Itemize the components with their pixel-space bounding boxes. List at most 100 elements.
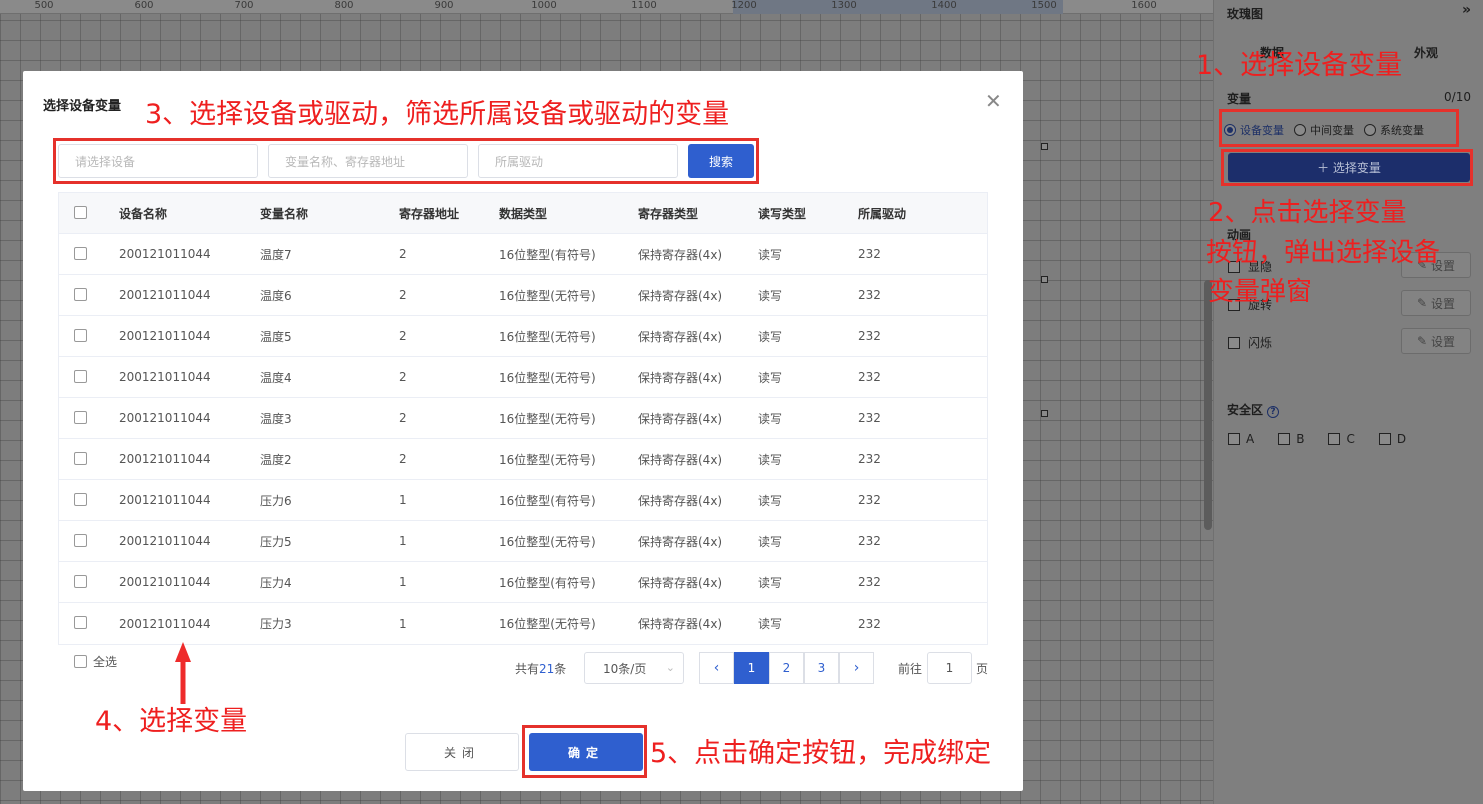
table-row[interactable]: 200121011044 温度6 2 16位整型(无符号) 保持寄存器(4x) 读写 232 [59, 275, 987, 316]
table-cell: 读写 [758, 617, 783, 631]
page-3-button[interactable]: 3 [804, 652, 839, 684]
table-cell: 保持寄存器(4x) [638, 617, 723, 631]
page-2-button[interactable]: 2 [769, 652, 804, 684]
row-checkbox[interactable] [74, 575, 87, 588]
tab-appearance[interactable]: 外观 [1414, 44, 1438, 61]
device-select[interactable]: 请选择设备 [58, 144, 258, 178]
row-checkbox[interactable] [74, 288, 87, 301]
ruler-tick-label: 700 [234, 0, 254, 11]
ruler-tick-label: 900 [434, 0, 454, 11]
safe-zone-d[interactable]: D [1378, 432, 1406, 446]
row-checkbox[interactable] [74, 493, 87, 506]
table-cell: 16位整型(无符号) [499, 411, 596, 426]
table-cell: 16位整型(无符号) [499, 534, 596, 549]
table-cell: 232 [858, 370, 881, 384]
table-cell: 200121011044 [119, 575, 211, 589]
table-cell: 温度7 [260, 247, 292, 262]
help-icon: ? [1267, 406, 1280, 418]
table-cell: 压力3 [260, 617, 292, 631]
table-row[interactable]: 200121011044 温度3 2 16位整型(无符号) 保持寄存器(4x) 读写 232 [59, 398, 987, 439]
table-cell: 温度4 [260, 370, 292, 385]
confirm-button[interactable]: 确定 [529, 733, 643, 771]
table-row[interactable]: 200121011044 温度5 2 16位整型(无符号) 保持寄存器(4x) 读写 232 [59, 316, 987, 357]
set-rotation-button[interactable]: ✎ 设置 [1401, 290, 1471, 316]
table-cell: 16位整型(有符号) [499, 575, 596, 590]
page-size-select[interactable]: 10条/页 ⌄ [584, 652, 684, 684]
page-1-button[interactable]: 1 [734, 652, 769, 684]
row-checkbox[interactable] [74, 534, 87, 547]
safe-zone-a[interactable]: A [1228, 432, 1254, 446]
driver-select[interactable]: 所属驱动 [478, 144, 678, 178]
table-cell: 200121011044 [119, 370, 211, 384]
table-cell: 读写 [758, 247, 783, 262]
row-checkbox[interactable] [74, 452, 87, 465]
ruler-tick-label: 800 [334, 0, 354, 11]
table-cell: 232 [858, 616, 881, 631]
table-cell: 温度6 [260, 288, 292, 303]
table-cell: 1 [399, 493, 407, 507]
ruler-tick-label: 1000 [531, 0, 557, 11]
table-cell: 200121011044 [119, 288, 211, 302]
resize-handle[interactable] [1041, 410, 1048, 417]
table-cell: 2 [399, 452, 407, 466]
annotation-step3: 3、选择设备或驱动，筛选所属设备或驱动的变量 [145, 99, 730, 130]
table-row[interactable]: 200121011044 压力4 1 16位整型(有符号) 保持寄存器(4x) 读写 232 [59, 562, 987, 603]
row-checkbox[interactable] [74, 329, 87, 342]
safe-zone-c[interactable]: C [1328, 432, 1355, 446]
table-cell: 保持寄存器(4x) [638, 534, 723, 549]
row-checkbox[interactable] [74, 370, 87, 383]
table-cell: 读写 [758, 370, 783, 385]
ruler-tick-label: 1600 [1131, 0, 1157, 11]
table-row[interactable]: 200121011044 温度2 2 16位整型(无符号) 保持寄存器(4x) 读写 232 [59, 439, 987, 480]
header-checkbox[interactable] [74, 206, 87, 219]
radio-device-variable[interactable]: 设备变量 [1224, 122, 1284, 138]
variable-search-input[interactable]: 变量名称、寄存器地址 [268, 144, 468, 178]
goto-page-input[interactable]: 1 [927, 652, 972, 684]
annotation-step5: 5、点击确定按钮，完成绑定 [650, 738, 992, 769]
table-cell: 2 [399, 370, 407, 384]
select-variable-button[interactable]: ＋ 选择变量 [1228, 153, 1470, 182]
table-row[interactable]: 200121011044 温度7 2 16位整型(有符号) 保持寄存器(4x) 读写 232 [59, 234, 987, 275]
ruler-tick-label: 1300 [831, 0, 857, 11]
table-cell: 保持寄存器(4x) [638, 411, 723, 426]
double-chevron-right-icon[interactable]: » [1462, 2, 1471, 18]
table-row[interactable]: 200121011044 压力3 1 16位整型(无符号) 保持寄存器(4x) 读写 232 [59, 603, 987, 644]
row-checkbox[interactable] [74, 247, 87, 260]
table-cell: 读写 [758, 452, 783, 467]
annotation-step2-line1: 2、点击选择变量 [1208, 198, 1407, 228]
resize-handle[interactable] [1041, 276, 1048, 283]
table-cell: 2 [399, 247, 407, 261]
dialog-title: 选择设备变量 [43, 99, 122, 114]
animation-blink[interactable]: 闪烁 [1228, 334, 1272, 351]
radio-system-variable[interactable]: 系统变量 [1364, 122, 1424, 138]
table-cell: 温度5 [260, 329, 292, 344]
table-cell: 200121011044 [119, 534, 211, 548]
row-checkbox[interactable] [74, 616, 87, 629]
table-row[interactable]: 200121011044 温度4 2 16位整型(无符号) 保持寄存器(4x) 读写 232 [59, 357, 987, 398]
table-cell: 1 [399, 616, 407, 631]
annotation-step2-line3: 变量弹窗 [1208, 277, 1313, 307]
table-cell: 232 [858, 247, 881, 261]
resize-handle[interactable] [1041, 143, 1048, 150]
prev-page-button[interactable]: ‹ [699, 652, 734, 684]
close-icon[interactable]: ✕ [985, 89, 1002, 113]
edit-icon: ✎ [1416, 296, 1428, 310]
table-row[interactable]: 200121011044 压力5 1 16位整型(无符号) 保持寄存器(4x) 读写 232 [59, 521, 987, 562]
safe-zone-b[interactable]: B [1278, 432, 1304, 446]
search-button[interactable]: 搜索 [688, 144, 754, 178]
row-checkbox[interactable] [74, 411, 87, 424]
set-blink-button[interactable]: ✎ 设置 [1401, 328, 1471, 354]
table-cell: 16位整型(无符号) [499, 288, 596, 303]
table-cell: 保持寄存器(4x) [638, 370, 723, 385]
column-header: 所属驱动 [858, 206, 907, 221]
table-cell: 16位整型(无符号) [499, 370, 596, 385]
canvas-scrollbar[interactable] [1204, 280, 1212, 530]
next-page-button[interactable]: › [839, 652, 874, 684]
table-row[interactable]: 200121011044 压力6 1 16位整型(有符号) 保持寄存器(4x) 读写 232 [59, 480, 987, 521]
table-cell: 压力4 [260, 575, 292, 590]
table-cell: 232 [858, 534, 881, 548]
radio-intermediate-variable[interactable]: 中间变量 [1294, 122, 1354, 138]
table-cell: 保持寄存器(4x) [638, 288, 723, 303]
table-cell: 200121011044 [119, 452, 211, 466]
close-button[interactable]: 关闭 [405, 733, 519, 771]
